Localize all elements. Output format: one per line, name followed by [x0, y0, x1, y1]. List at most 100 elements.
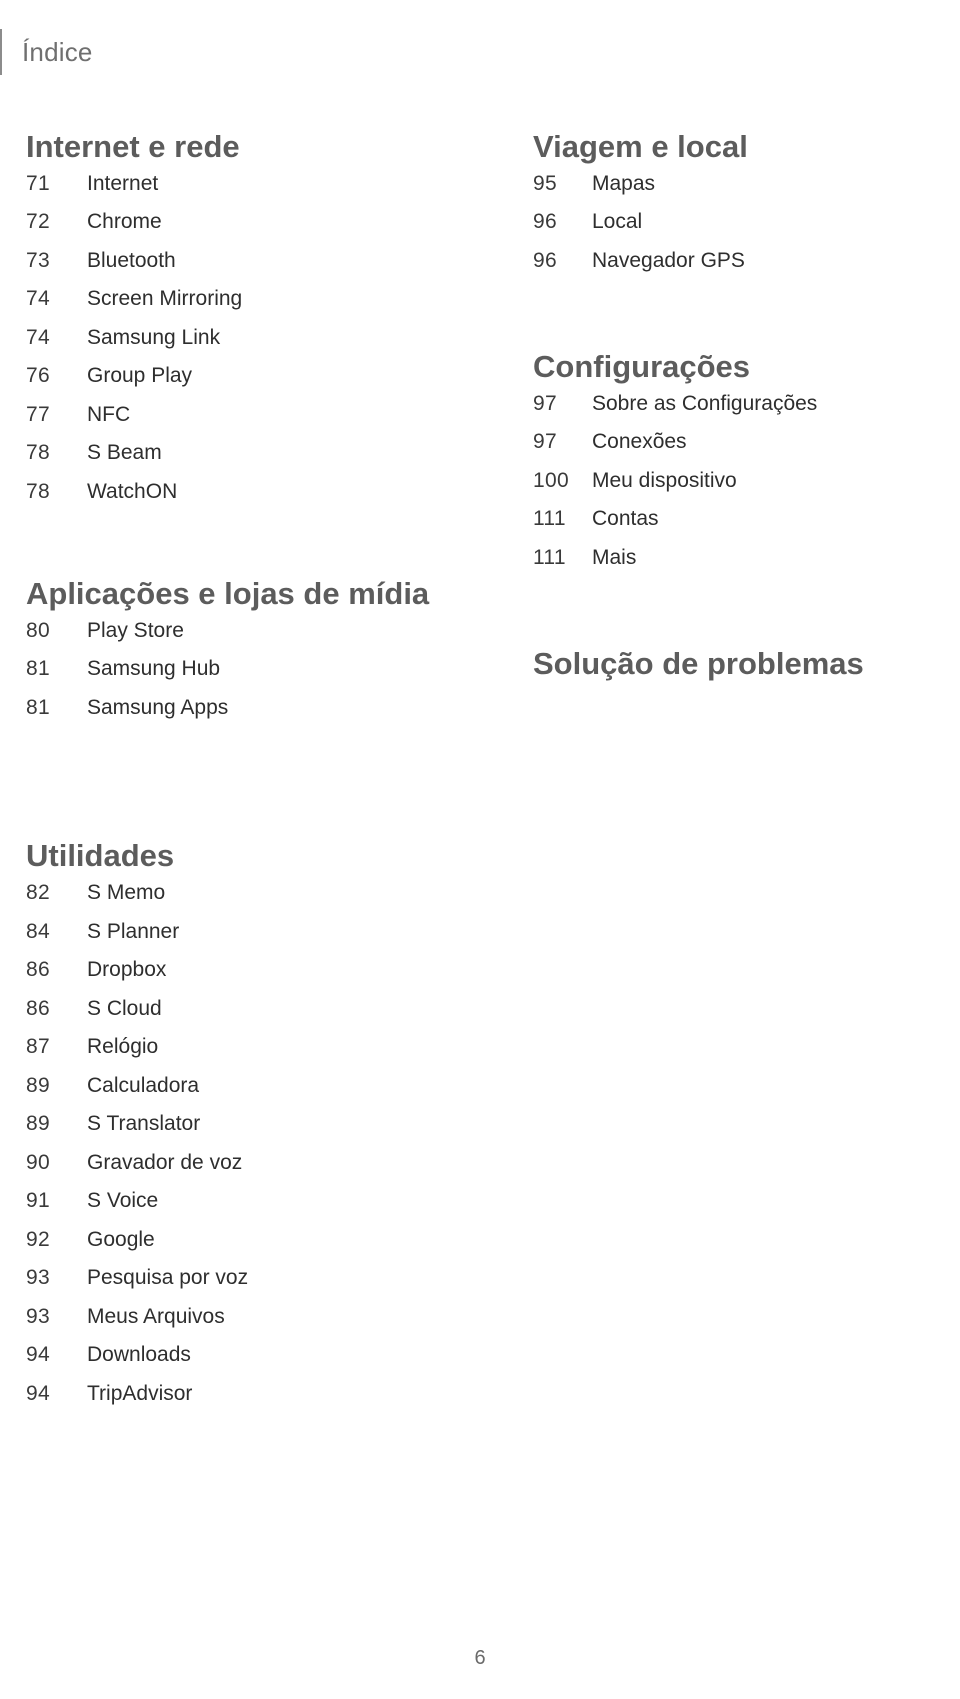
toc-page-number: 91 [26, 1189, 50, 1213]
toc-entry-label: Conexões [592, 430, 687, 454]
toc-entry[interactable]: 111 Contas [533, 508, 953, 547]
toc-entry[interactable]: 97 Conexões [533, 431, 953, 470]
toc-entry-label: Samsung Hub [87, 657, 221, 681]
toc-entry[interactable]: 78 WatchON [26, 481, 486, 520]
toc-entry-list: 95 Mapas 96 Local 96 Navegador GPS [533, 173, 953, 289]
toc-entry[interactable]: 89 S Translator [26, 1113, 486, 1152]
toc-page-number: 94 [26, 1343, 50, 1367]
toc-entry[interactable]: 81 Samsung Hub [26, 658, 486, 697]
toc-page-number: 86 [26, 958, 50, 982]
toc-entry-label: Internet [87, 171, 159, 195]
page-title: Índice [22, 37, 93, 67]
toc-entry[interactable]: 73 Bluetooth [26, 250, 486, 289]
toc-entry[interactable]: 87 Relógio [26, 1036, 486, 1075]
toc-entry-label: Samsung Apps [87, 695, 229, 719]
toc-page-number: 78 [26, 441, 50, 465]
toc-entry[interactable]: 95 Mapas [533, 173, 953, 212]
toc-entry-label: Sobre as Configurações [592, 391, 818, 415]
toc-page-number: 100 [533, 468, 569, 492]
toc-entry-label: S Cloud [87, 996, 162, 1020]
toc-entry[interactable]: 91 S Voice [26, 1190, 486, 1229]
toc-entry-label: Chrome [87, 210, 162, 234]
toc-page-number: 81 [26, 695, 50, 719]
toc-entry[interactable]: 111 Mais [533, 547, 953, 586]
toc-entry[interactable]: 96 Local [533, 211, 953, 250]
toc-page-number: 81 [26, 657, 50, 681]
toc-entry[interactable]: 77 NFC [26, 404, 486, 443]
toc-entry[interactable]: 80 Play Store [26, 620, 486, 659]
toc-section-utilidades: Utilidades 82 S Memo 84 S Planner 86 Dro… [26, 839, 486, 1421]
toc-entry[interactable]: 93 Pesquisa por voz [26, 1267, 486, 1306]
toc-entry[interactable]: 71 Internet [26, 173, 486, 212]
toc-entry-label: S Voice [87, 1189, 159, 1213]
toc-entry-label: Screen Mirroring [87, 287, 243, 311]
toc-section-solucao-de-problemas: Solução de problemas [533, 647, 953, 682]
section-heading: Internet e rede [26, 129, 240, 164]
toc-page-number: 111 [533, 545, 566, 569]
toc-entry[interactable]: 76 Group Play [26, 365, 486, 404]
toc-entry-list: 97 Sobre as Configurações 97 Conexões 10… [533, 393, 953, 586]
toc-page-number: 97 [533, 391, 557, 415]
section-heading: Aplicações e lojas de mídia [26, 576, 430, 612]
toc-section-viagem-e-local: Viagem e local 95 Mapas 96 Local 96 Nave… [533, 129, 953, 289]
toc-entry-label: Play Store [87, 618, 184, 642]
toc-page-number: 96 [533, 248, 557, 272]
toc-entry[interactable]: 94 TripAdvisor [26, 1383, 486, 1422]
toc-entry[interactable]: 90 Gravador de voz [26, 1152, 486, 1191]
toc-page-number: 71 [26, 171, 50, 195]
toc-page-number: 82 [26, 881, 50, 905]
toc-page-number: 96 [533, 210, 557, 234]
toc-entry-label: Group Play [87, 364, 193, 388]
toc-entry[interactable]: 84 S Planner [26, 921, 486, 960]
toc-entry[interactable]: 86 Dropbox [26, 959, 486, 998]
toc-section-configuracoes: Configurações 97 Sobre as Configurações … [533, 349, 953, 586]
toc-entry[interactable]: 78 S Beam [26, 442, 486, 481]
toc-entry[interactable]: 74 Screen Mirroring [26, 288, 486, 327]
toc-page-number: 111 [533, 507, 566, 531]
toc-entry[interactable]: 94 Downloads [26, 1344, 486, 1383]
toc-entry-label: Downloads [87, 1343, 191, 1367]
toc-page-number: 93 [26, 1266, 50, 1290]
toc-entry[interactable]: 72 Chrome [26, 211, 486, 250]
toc-entry[interactable]: 93 Meus Arquivos [26, 1306, 486, 1345]
toc-entry[interactable]: 74 Samsung Link [26, 327, 486, 366]
section-heading: Configurações [533, 349, 751, 385]
toc-entry-label: Bluetooth [87, 248, 176, 272]
toc-page-number: 80 [26, 618, 50, 642]
section-heading: Utilidades [26, 838, 175, 874]
toc-entry-label: Meus Arquivos [87, 1304, 225, 1328]
toc-entry-label: Meu dispositivo [592, 468, 737, 492]
toc-entry[interactable]: 89 Calculadora [26, 1075, 486, 1114]
toc-entry[interactable]: 96 Navegador GPS [533, 250, 953, 289]
toc-entry[interactable]: 100 Meu dispositivo [533, 470, 953, 509]
toc-entry[interactable]: 81 Samsung Apps [26, 697, 486, 736]
toc-page-number: 90 [26, 1150, 50, 1174]
toc-entry-label: Local [592, 210, 643, 234]
toc-right-column: Viagem e local 95 Mapas 96 Local 96 Nave… [533, 129, 953, 690]
toc-entry[interactable]: 97 Sobre as Configurações [533, 393, 953, 432]
toc-entry[interactable]: 92 Google [26, 1229, 486, 1268]
toc-entry-label: NFC [87, 402, 131, 426]
toc-page-number: 89 [26, 1073, 50, 1097]
toc-entry-label: WatchON [87, 479, 178, 503]
toc-entry-label: S Planner [87, 919, 180, 943]
toc-entry-label: Mais [592, 545, 637, 569]
toc-entry-label: Google [87, 1227, 155, 1251]
toc-entry-label: Relógio [87, 1035, 159, 1059]
footer-page-number: 6 [474, 1647, 486, 1669]
toc-page-number: 95 [533, 171, 557, 195]
toc-entry-list: 80 Play Store 81 Samsung Hub 81 Samsung … [26, 620, 486, 736]
toc-entry-label: Gravador de voz [87, 1150, 243, 1174]
toc-entry[interactable]: 82 S Memo [26, 882, 486, 921]
toc-entry[interactable]: 86 S Cloud [26, 998, 486, 1037]
toc-entry-list: 71 Internet 72 Chrome 73 Bluetooth 74 Sc… [26, 173, 486, 520]
toc-page-number: 92 [26, 1227, 50, 1251]
toc-entry-list: 82 S Memo 84 S Planner 86 Dropbox 86 S C… [26, 882, 486, 1421]
toc-page-number: 84 [26, 919, 50, 943]
toc-page-number: 73 [26, 248, 50, 272]
toc-page-number: 74 [26, 325, 50, 349]
toc-entry-label: Navegador GPS [592, 248, 745, 272]
header-accent-rule [0, 29, 2, 75]
